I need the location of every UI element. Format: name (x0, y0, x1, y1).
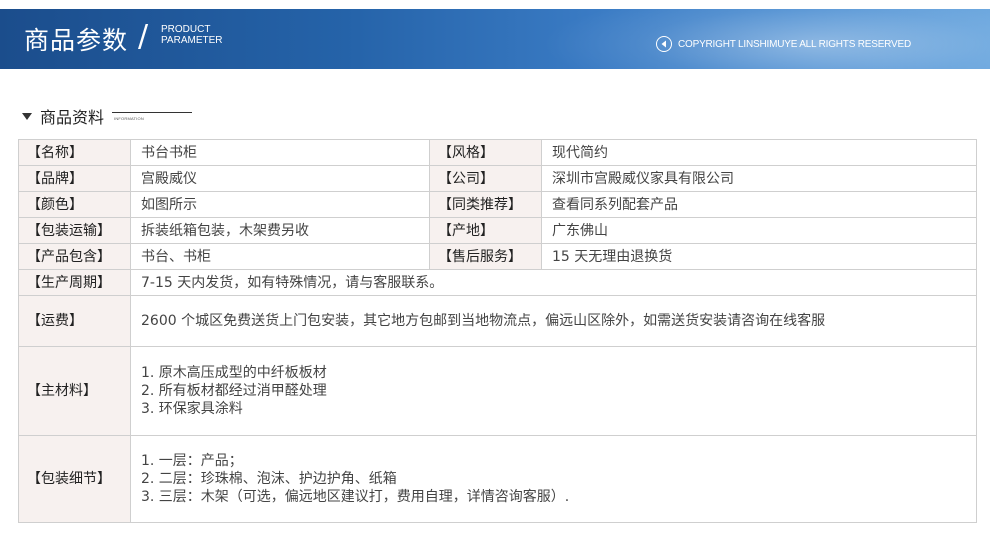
field-value: 书台书柜 (130, 139, 430, 166)
field-label: 【售后服务】 (429, 243, 542, 270)
field-value: 宫殿威仪 (130, 165, 430, 192)
table-row: 【运费】 2600 个城区免费送货上门包安装，其它地方包邮到当地物流点，偏远山区… (18, 295, 977, 347)
table-row: 【颜色】 如图所示 【同类推荐】 查看同系列配套产品 (18, 191, 977, 218)
subtitle-line-2: PARAMETER (161, 35, 223, 46)
list-item: 2. 所有板材都经过消甲醛处理 (141, 383, 327, 399)
subtitle-line-1: PRODUCT (161, 24, 211, 35)
section-header: 商品资料 INFORMATION (22, 104, 193, 128)
list-item: 1. 一层：产品； (141, 453, 243, 469)
header-banner: 商品参数 / PRODUCT PARAMETER COPYRIGHT LINSH… (0, 9, 990, 69)
field-label: 【包装运输】 (18, 217, 131, 244)
table-row: 【包装运输】 拆装纸箱包装，木架费另收 【产地】 广东佛山 (18, 217, 977, 244)
field-label: 【同类推荐】 (429, 191, 542, 218)
page-title: 商品参数 (24, 26, 129, 55)
field-value: 7-15 天内发货，如有特殊情况，请与客服联系。 (130, 269, 977, 296)
field-value: 书台、书柜 (130, 243, 430, 270)
field-value: 查看同系列配套产品 (541, 191, 977, 218)
field-value: 2600 个城区免费送货上门包安装，其它地方包邮到当地物流点，偏远山区除外，如需… (130, 295, 977, 347)
field-value: 深圳市宫殿威仪家具有限公司 (541, 165, 977, 192)
table-row: 【名称】 书台书柜 【风格】 现代简约 (18, 139, 977, 166)
field-label: 【产地】 (429, 217, 542, 244)
list-item: 3. 三层：木架（可选，偏远地区建议打，费用自理，详情咨询客服）. (141, 489, 570, 505)
triangle-down-icon (22, 112, 32, 120)
section-rule: INFORMATION (112, 110, 193, 122)
table-row: 【生产周期】 7-15 天内发货，如有特殊情况，请与客服联系。 (18, 269, 977, 296)
divider-line (112, 112, 193, 113)
field-value: 15 天无理由退换货 (541, 243, 977, 270)
field-value-list: 1. 一层：产品； 2. 二层：珍珠棉、泡沫、护边护角、纸箱 3. 三层：木架（… (130, 435, 977, 523)
back-arrow-icon (656, 36, 672, 52)
list-item: 3. 环保家具涂料 (141, 401, 243, 417)
field-value: 拆装纸箱包装，木架费另收 (130, 217, 430, 244)
list-item: 1. 原木高压成型的中纤板板材 (141, 365, 327, 381)
field-value: 广东佛山 (541, 217, 977, 244)
list-item: 2. 二层：珍珠棉、泡沫、护边护角、纸箱 (141, 471, 397, 487)
field-label: 【运费】 (18, 295, 131, 347)
field-label: 【公司】 (429, 165, 542, 192)
section-small-label: INFORMATION (114, 116, 144, 121)
copyright-text: COPYRIGHT LINSHIMUYE ALL RIGHTS RESERVED (678, 38, 911, 50)
field-label: 【生产周期】 (18, 269, 131, 296)
table-row: 【品牌】 宫殿威仪 【公司】 深圳市宫殿威仪家具有限公司 (18, 165, 977, 192)
table-row: 【产品包含】 书台、书柜 【售后服务】 15 天无理由退换货 (18, 243, 977, 270)
field-label: 【包装细节】 (18, 435, 131, 523)
field-label: 【主材料】 (18, 346, 131, 436)
table-row: 【主材料】 1. 原木高压成型的中纤板板材 2. 所有板材都经过消甲醛处理 3.… (18, 346, 977, 436)
field-label: 【风格】 (429, 139, 542, 166)
field-label: 【品牌】 (18, 165, 131, 192)
field-label: 【产品包含】 (18, 243, 131, 270)
copyright-notice: COPYRIGHT LINSHIMUYE ALL RIGHTS RESERVED (656, 36, 911, 52)
table-row: 【包装细节】 1. 一层：产品； 2. 二层：珍珠棉、泡沫、护边护角、纸箱 3.… (18, 435, 977, 523)
title-divider: / (138, 19, 149, 54)
field-label: 【颜色】 (18, 191, 131, 218)
field-label: 【名称】 (18, 139, 131, 166)
field-value: 现代简约 (541, 139, 977, 166)
product-info-table: 【名称】 书台书柜 【风格】 现代简约 【品牌】 宫殿威仪 【公司】 深圳市宫殿… (18, 139, 977, 523)
field-value: 如图所示 (130, 191, 430, 218)
title-subtitle: PRODUCT PARAMETER (161, 24, 223, 46)
section-title: 商品资料 (40, 108, 105, 127)
field-value-list: 1. 原木高压成型的中纤板板材 2. 所有板材都经过消甲醛处理 3. 环保家具涂… (130, 346, 977, 436)
